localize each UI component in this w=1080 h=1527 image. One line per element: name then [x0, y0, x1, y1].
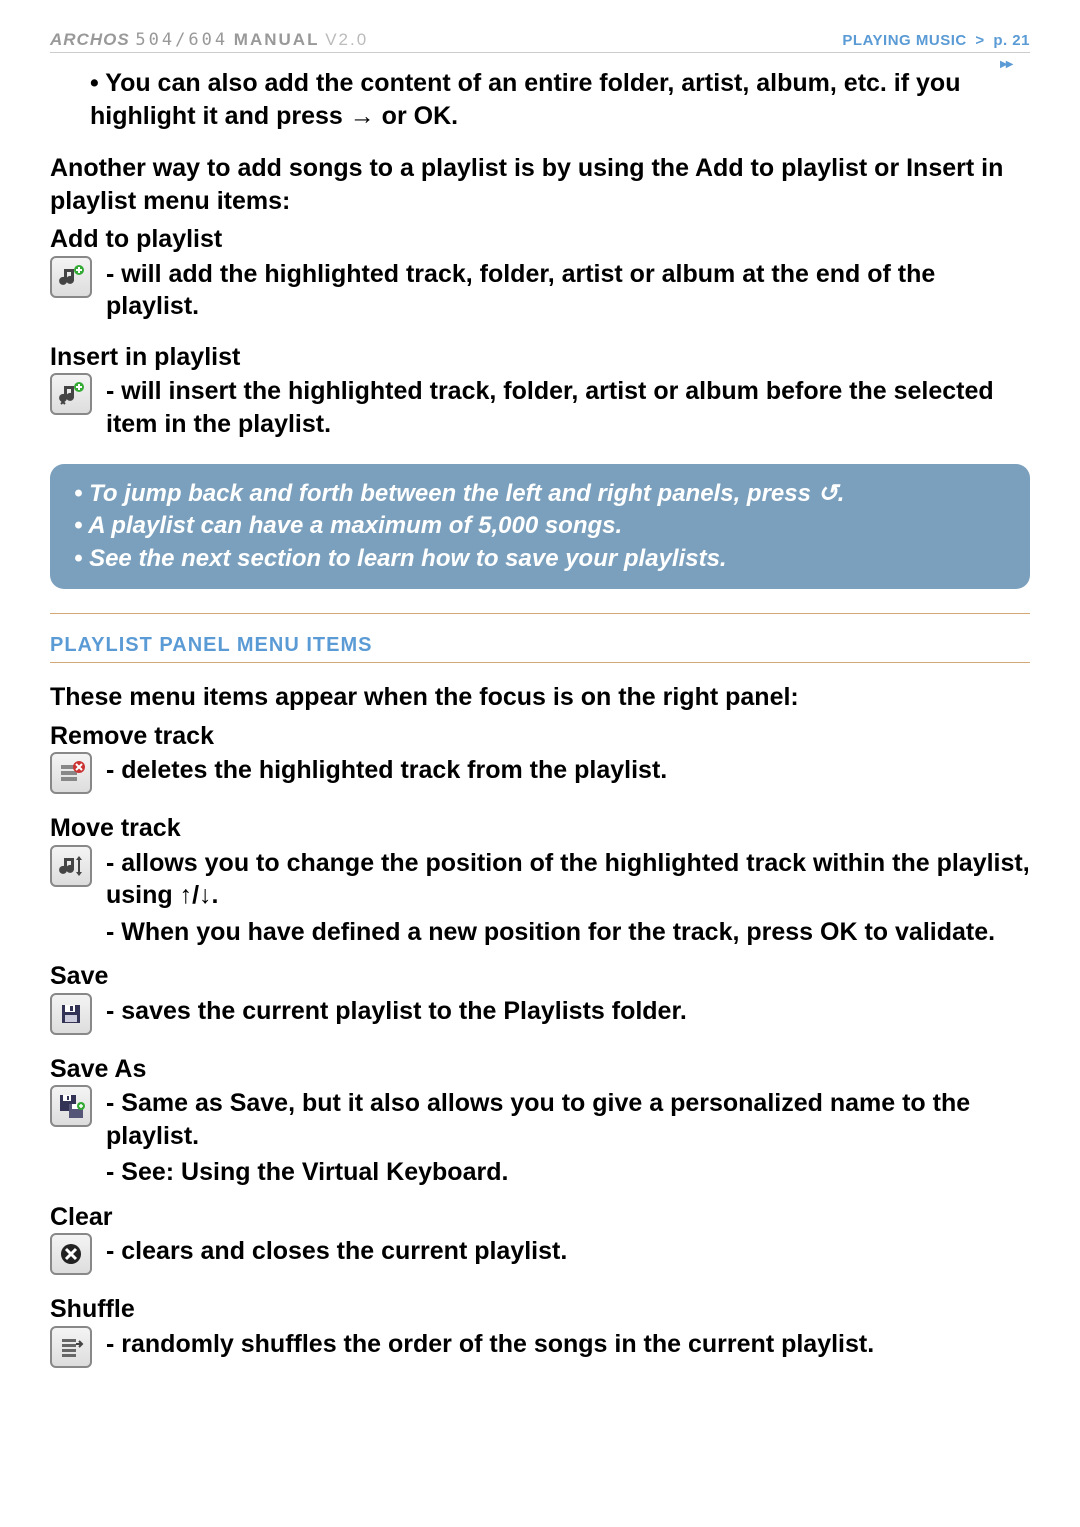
- logo-block: ARCHOS 504/604 MANUAL V2.0: [50, 30, 368, 50]
- save-desc: saves the current playlist to the Playli…: [106, 995, 1030, 1028]
- move-track-row: allows you to change the position of the…: [50, 847, 1030, 912]
- page-forward-icon: ▶▶: [1000, 59, 1011, 70]
- brand-name: ARCHOS: [50, 30, 130, 49]
- insert-in-playlist-icon: [50, 373, 92, 415]
- insert-in-playlist-row: will insert the highlighted track, folde…: [50, 375, 1030, 440]
- add-to-playlist-row: will add the highlighted track, folder, …: [50, 258, 1030, 323]
- insert-in-playlist-title: Insert in playlist: [50, 341, 1030, 374]
- shuffle-title: Shuffle: [50, 1293, 1030, 1326]
- saveas-desc-2: See: Using the Virtual Keyboard.: [106, 1156, 1030, 1189]
- clear-row: clears and closes the current playlist.: [50, 1235, 1030, 1275]
- add-to-playlist-title: Add to playlist: [50, 223, 1030, 256]
- add-to-playlist-icon: [50, 256, 92, 298]
- section-divider-bottom: [50, 662, 1030, 663]
- saveas-icon: [50, 1085, 92, 1127]
- clear-desc: clears and closes the current playlist.: [106, 1235, 1030, 1268]
- playlist-panel-menu-title: PLAYLIST PANEL MENU ITEMS: [50, 632, 1030, 658]
- version-label: V2.0: [325, 30, 368, 49]
- page-content: You can also add the content of an entir…: [50, 67, 1030, 1368]
- page-header: ARCHOS 504/604 MANUAL V2.0 PLAYING MUSIC…: [50, 30, 1030, 53]
- shuffle-row: randomly shuffles the order of the songs…: [50, 1328, 1030, 1368]
- save-icon: [50, 993, 92, 1035]
- saveas-desc-1: Same as Save, but it also allows you to …: [106, 1087, 1030, 1152]
- move-track-icon: [50, 845, 92, 887]
- tips-callout: To jump back and forth between the left …: [50, 464, 1030, 589]
- remove-track-desc: deletes the highlighted track from the p…: [106, 754, 1030, 787]
- move-track-desc-1: allows you to change the position of the…: [106, 847, 1030, 912]
- breadcrumb: PLAYING MUSIC > p. 21: [842, 32, 1030, 49]
- remove-track-title: Remove track: [50, 720, 1030, 753]
- manual-label: MANUAL: [234, 30, 320, 49]
- breadcrumb-section: PLAYING MUSIC: [842, 32, 966, 49]
- insert-in-playlist-desc: will insert the highlighted track, folde…: [106, 375, 1030, 440]
- shuffle-icon: [50, 1326, 92, 1368]
- remove-track-icon: [50, 752, 92, 794]
- model-name: 504/604: [135, 30, 228, 50]
- saveas-title: Save As: [50, 1053, 1030, 1086]
- remove-track-row: deletes the highlighted track from the p…: [50, 754, 1030, 794]
- clear-title: Clear: [50, 1201, 1030, 1234]
- callout-line-2: A playlist can have a maximum of 5,000 s…: [74, 510, 1006, 542]
- shuffle-desc: randomly shuffles the order of the songs…: [106, 1328, 1030, 1361]
- move-track-desc-2: When you have defined a new position for…: [106, 916, 1030, 949]
- section2-intro: These menu items appear when the focus i…: [50, 681, 1030, 714]
- callout-line-3: See the next section to learn how to sav…: [74, 543, 1006, 575]
- another-way-para: Another way to add songs to a playlist i…: [50, 152, 1030, 217]
- top-bullet: You can also add the content of an entir…: [90, 67, 1030, 132]
- add-to-playlist-desc: will add the highlighted track, folder, …: [106, 258, 1030, 323]
- move-track-title: Move track: [50, 812, 1030, 845]
- save-row: saves the current playlist to the Playli…: [50, 995, 1030, 1035]
- breadcrumb-sep: >: [975, 32, 984, 49]
- callout-line-1: To jump back and forth between the left …: [74, 478, 1006, 510]
- saveas-row: Same as Save, but it also allows you to …: [50, 1087, 1030, 1152]
- clear-icon: [50, 1233, 92, 1275]
- section-divider: [50, 613, 1030, 614]
- breadcrumb-page: p. 21: [993, 32, 1030, 49]
- save-title: Save: [50, 960, 1030, 993]
